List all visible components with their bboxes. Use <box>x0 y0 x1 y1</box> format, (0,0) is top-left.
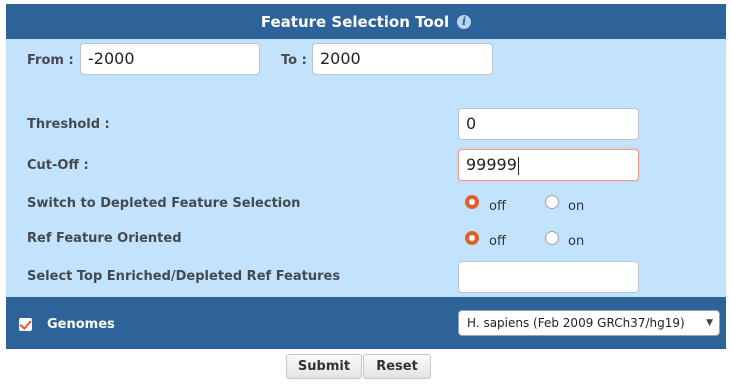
depleted-off-radio[interactable] <box>465 195 479 209</box>
ref-oriented-off-radio[interactable] <box>465 231 479 245</box>
threshold-input[interactable]: 0 <box>458 108 639 140</box>
reset-button[interactable]: Reset <box>363 354 431 379</box>
top-features-input[interactable] <box>458 261 639 293</box>
panel-title: Feature Selection Tool <box>260 12 450 31</box>
depleted-off-label: off <box>489 199 506 214</box>
info-icon[interactable]: i <box>457 14 472 29</box>
top-features-label: Select Top Enriched/Depleted Ref Feature… <box>27 269 341 284</box>
threshold-label: Threshold : <box>27 117 110 132</box>
ref-oriented-on-radio[interactable] <box>545 231 559 245</box>
cutoff-value: 99999 <box>466 155 517 174</box>
ref-oriented-on-label: on <box>568 234 585 249</box>
from-input[interactable]: -2000 <box>80 43 260 75</box>
depleted-label: Switch to Depleted Feature Selection <box>27 196 301 211</box>
text-caret <box>517 156 519 175</box>
ref-oriented-label: Ref Feature Oriented <box>27 231 182 246</box>
depleted-on-radio[interactable] <box>545 195 559 209</box>
panel-header: Feature Selection Tool i <box>6 4 726 39</box>
chevron-down-icon: ▼ <box>706 318 713 328</box>
cutoff-label: Cut-Off : <box>27 158 89 173</box>
to-input[interactable]: 2000 <box>312 43 493 75</box>
genomes-bar: Genomes H. sapiens (Feb 2009 GRCh37/hg19… <box>6 297 726 349</box>
genomes-checkbox[interactable] <box>19 318 32 331</box>
genome-selected-value: H. sapiens (Feb 2009 GRCh37/hg19) <box>467 316 685 330</box>
submit-button[interactable]: Submit <box>286 354 362 379</box>
depleted-on-label: on <box>568 199 585 214</box>
feature-selection-panel: Feature Selection Tool i From : -2000 To… <box>6 4 726 349</box>
genomes-label: Genomes <box>47 317 115 332</box>
from-label: From : <box>27 53 74 68</box>
ref-oriented-off-label: off <box>489 234 506 249</box>
genome-select[interactable]: H. sapiens (Feb 2009 GRCh37/hg19) ▼ <box>458 310 720 336</box>
to-label: To : <box>281 53 307 68</box>
cutoff-input[interactable]: 99999 <box>458 149 639 181</box>
